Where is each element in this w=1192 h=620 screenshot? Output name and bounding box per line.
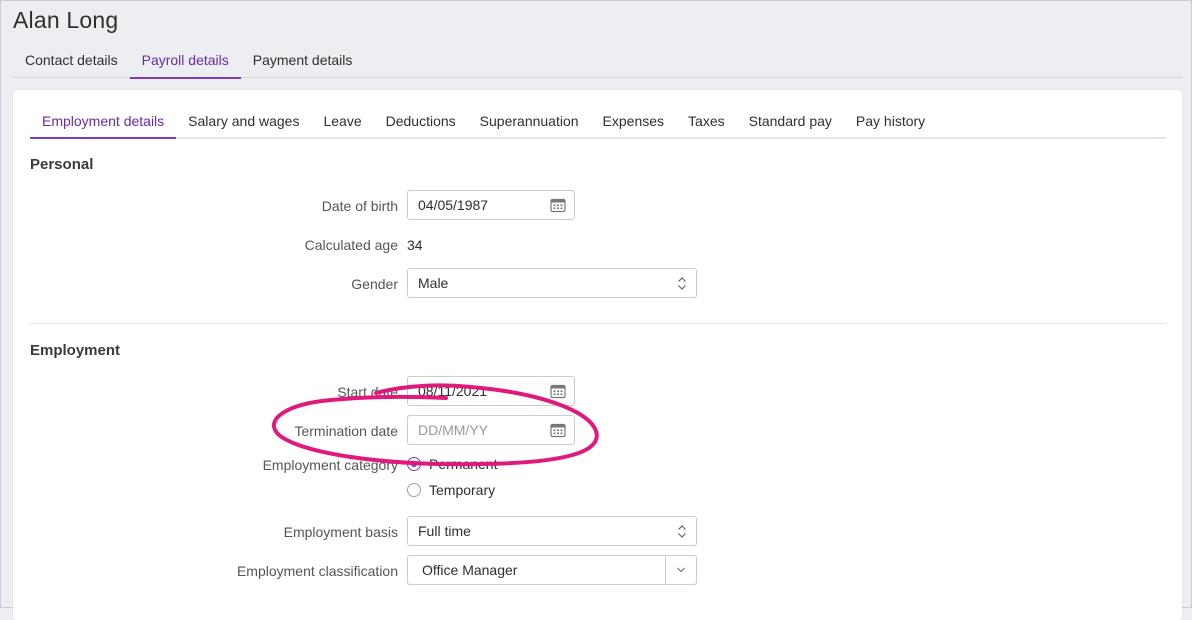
calendar-icon[interactable] — [550, 422, 566, 438]
termination-date-field[interactable]: DD/MM/YY — [407, 415, 575, 445]
radio-temporary-button[interactable] — [407, 483, 421, 497]
radio-temporary[interactable]: Temporary — [407, 482, 495, 498]
start-date-field[interactable]: 08/11/2021 — [407, 376, 575, 406]
calendar-icon[interactable] — [550, 383, 566, 399]
start-date-label: Start date — [337, 384, 398, 400]
dob-value: 04/05/1987 — [418, 197, 489, 213]
radio-permanent-label: Permanent — [429, 456, 498, 472]
subtab-deductions[interactable]: Deductions — [374, 110, 468, 137]
subtab-expenses[interactable]: Expenses — [591, 110, 676, 137]
subtab-taxes[interactable]: Taxes — [676, 110, 737, 137]
subtab-salary-and-wages[interactable]: Salary and wages — [176, 110, 311, 137]
employment-basis-select[interactable]: Full time — [407, 516, 697, 546]
combo-dropdown-button[interactable] — [665, 556, 696, 584]
start-date-value: 08/11/2021 — [418, 383, 488, 399]
employment-classification-combo[interactable]: Office Manager — [407, 555, 697, 585]
employment-basis-label: Employment basis — [283, 524, 398, 540]
employment-basis-value: Full time — [418, 523, 471, 539]
radio-permanent[interactable]: Permanent — [407, 456, 497, 472]
dob-field[interactable]: 04/05/1987 — [407, 190, 575, 220]
subtab-leave[interactable]: Leave — [311, 110, 373, 137]
radio-permanent-button[interactable] — [407, 457, 421, 471]
employment-classification-value: Office Manager — [422, 562, 518, 578]
tab-payment-details[interactable]: Payment details — [241, 45, 365, 77]
subtab-superannuation[interactable]: Superannuation — [468, 110, 591, 137]
chevron-down-icon — [677, 567, 685, 573]
age-value: 34 — [407, 237, 423, 253]
subtab-pay-history[interactable]: Pay history — [844, 110, 937, 137]
calendar-icon[interactable] — [550, 197, 566, 213]
radio-temporary-label: Temporary — [429, 482, 496, 498]
tab-payroll-details[interactable]: Payroll details — [129, 45, 241, 79]
top-tabs: Contact details Payroll details Payment … — [13, 45, 1183, 79]
section-title-personal: Personal — [30, 156, 94, 173]
section-divider — [30, 323, 1166, 324]
sub-tabs: Employment details Salary and wages Leav… — [30, 110, 1166, 139]
gender-value: Male — [418, 275, 449, 291]
employee-card: Employment details Salary and wages Leav… — [13, 90, 1182, 620]
age-label: Calculated age — [304, 237, 398, 253]
section-title-employment: Employment — [30, 342, 121, 359]
dob-label: Date of birth — [321, 198, 398, 214]
termination-date-placeholder: DD/MM/YY — [418, 422, 488, 438]
gender-select[interactable]: Male — [407, 268, 697, 298]
updown-chevron-icon — [678, 525, 686, 538]
updown-chevron-icon — [678, 277, 686, 290]
subtab-employment-details[interactable]: Employment details — [30, 110, 177, 139]
employment-classification-label: Employment classification — [236, 563, 398, 579]
gender-label: Gender — [351, 276, 398, 292]
employment-category-label: Employment category — [262, 457, 398, 473]
subtab-standard-pay[interactable]: Standard pay — [737, 110, 844, 137]
tab-contact-details[interactable]: Contact details — [13, 45, 130, 77]
page-title: Alan Long — [13, 7, 119, 33]
termination-date-label: Termination date — [294, 423, 398, 439]
